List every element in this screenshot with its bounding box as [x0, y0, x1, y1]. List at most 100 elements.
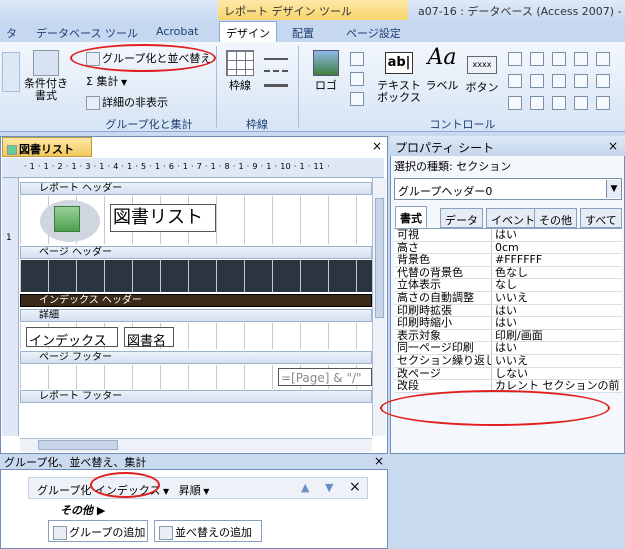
image-icon[interactable]: [574, 52, 588, 66]
property-row[interactable]: 印刷時拡張 はい: [394, 304, 622, 318]
listbox-icon[interactable]: [508, 96, 522, 110]
logo-image[interactable]: [40, 200, 100, 242]
tab-design[interactable]: デザイン: [219, 21, 277, 43]
horizontal-scrollbar[interactable]: [20, 438, 372, 452]
tab-control-icon[interactable]: [508, 52, 522, 66]
bound-object-icon[interactable]: [596, 74, 610, 88]
label-button[interactable]: Aa ラベル: [424, 47, 460, 92]
scroll-thumb[interactable]: [38, 440, 118, 450]
title-field[interactable]: 図書リスト: [110, 204, 216, 232]
ribbon-separator: [298, 46, 299, 128]
property-value[interactable]: いいえ: [492, 291, 622, 304]
property-row[interactable]: 同一ページ印刷 はい: [394, 342, 622, 355]
tab-acrobat[interactable]: Acrobat: [150, 22, 204, 42]
toggle-icon[interactable]: [552, 52, 566, 66]
report-footer-area[interactable]: [20, 404, 372, 436]
document-tab[interactable]: 図書リスト: [2, 137, 92, 157]
property-row[interactable]: 印刷時縮小 はい: [394, 317, 622, 330]
section-index-header[interactable]: インデックス ヘッダー: [20, 294, 372, 307]
logo-icon: [54, 206, 80, 232]
attachment-icon[interactable]: [574, 96, 588, 110]
property-row[interactable]: 表示対象 印刷/画面: [394, 329, 622, 343]
vruler-mark: 1: [6, 233, 12, 243]
delete-icon[interactable]: ×: [349, 479, 361, 495]
conditional-format-button[interactable]: 条件付き 書式: [22, 50, 70, 102]
frame-icon[interactable]: [530, 74, 544, 88]
group-level-row[interactable]: グループ化 インデックス ▼ 昇順 ▼ ▲ ▼ ×: [28, 477, 368, 499]
close-icon[interactable]: ×: [608, 139, 618, 153]
tab-left-cut[interactable]: タ: [0, 22, 23, 42]
subreport-icon[interactable]: [574, 74, 588, 88]
chevron-down-icon[interactable]: ▼: [606, 180, 621, 198]
move-up-icon[interactable]: ▲: [301, 481, 309, 494]
tab-arrange[interactable]: 配置: [286, 22, 320, 42]
property-value[interactable]: はい: [492, 304, 622, 317]
tab-event[interactable]: イベント: [486, 208, 540, 228]
chevron-down-icon[interactable]: ▼: [161, 487, 169, 496]
tab-all[interactable]: すべて: [580, 208, 622, 228]
sort-order-dropdown[interactable]: 昇順: [179, 484, 201, 497]
section-report-footer[interactable]: レポート フッター: [20, 390, 372, 403]
page-header-area[interactable]: [20, 260, 372, 292]
more-options-link[interactable]: その他 ▶: [60, 502, 105, 518]
textbox-button[interactable]: ab| テキスト ボックス: [376, 52, 422, 104]
close-icon[interactable]: ×: [374, 454, 384, 468]
selection-dropdown[interactable]: グループヘッダー0: [394, 178, 622, 200]
chevron-down-icon[interactable]: ▼: [201, 487, 209, 496]
option-button-icon[interactable]: [552, 96, 566, 110]
property-row[interactable]: 代替の背景色 色なし: [394, 266, 622, 280]
property-row[interactable]: 高さの自動調整 いいえ: [394, 291, 622, 305]
tab-database-tools[interactable]: データベース ツール: [30, 22, 144, 42]
scroll-thumb[interactable]: [375, 198, 384, 318]
property-value[interactable]: なし: [492, 279, 622, 291]
move-down-icon[interactable]: ▼: [325, 481, 333, 494]
property-value[interactable]: はい: [492, 229, 622, 241]
close-icon[interactable]: ×: [372, 139, 382, 153]
tab-data[interactable]: データ: [440, 208, 483, 228]
property-row[interactable]: 立体表示 なし: [394, 279, 622, 292]
unbound-object-icon[interactable]: [596, 96, 610, 110]
chart-icon[interactable]: [596, 52, 610, 66]
button-button[interactable]: xxxx ボタン: [464, 52, 500, 94]
property-row[interactable]: 高さ 0cm: [394, 241, 622, 255]
property-value[interactable]: 色なし: [492, 266, 622, 279]
logo-button[interactable]: ロゴ: [306, 50, 346, 92]
property-name: 高さ: [394, 241, 492, 254]
property-row[interactable]: 背景色 #FFFFFF: [394, 254, 622, 267]
small-insert-buttons[interactable]: [350, 52, 366, 112]
section-label: 詳細: [39, 310, 59, 321]
add-sort-button[interactable]: 並べ替えの追加: [154, 520, 262, 542]
section-report-header[interactable]: レポート ヘッダー: [20, 182, 372, 195]
property-value[interactable]: はい: [492, 317, 622, 329]
vertical-scrollbar[interactable]: [372, 178, 386, 436]
section-label: レポート ヘッダー: [39, 183, 123, 194]
hide-details-button[interactable]: 詳細の非表示: [86, 94, 168, 110]
tab-format[interactable]: 書式: [395, 206, 427, 228]
property-row[interactable]: 改ページ しない: [394, 367, 622, 381]
property-value[interactable]: #FFFFFF: [492, 254, 622, 266]
combobox-icon[interactable]: [530, 96, 544, 110]
section-detail[interactable]: 詳細: [20, 309, 372, 322]
ribbon-left-cut[interactable]: [2, 52, 20, 92]
section-page-header[interactable]: ページ ヘッダー: [20, 246, 372, 259]
property-row[interactable]: セクション繰り返し いいえ: [394, 354, 622, 368]
gridlines-button[interactable]: 枠線: [222, 50, 258, 92]
property-value[interactable]: しない: [492, 367, 622, 380]
page-number-field[interactable]: =[Page] & "/": [278, 368, 372, 386]
tab-page-setup[interactable]: ページ設定: [340, 22, 407, 42]
checkbox-icon[interactable]: [552, 74, 566, 88]
index-field[interactable]: インデックス: [26, 327, 118, 349]
add-group-button[interactable]: グループの追加: [48, 520, 148, 542]
rectangle-icon[interactable]: [508, 74, 522, 88]
totals-button[interactable]: Σ 集計 ▼: [86, 73, 127, 89]
bookname-field[interactable]: 図書名: [124, 327, 174, 349]
property-row[interactable]: 可視 はい: [394, 229, 622, 242]
tab-other[interactable]: その他: [534, 208, 577, 228]
line-icon[interactable]: [530, 52, 544, 66]
property-value[interactable]: はい: [492, 342, 622, 354]
property-value[interactable]: 印刷/画面: [492, 329, 622, 342]
line-style-buttons[interactable]: [264, 52, 288, 112]
section-page-footer[interactable]: ページ フッター: [20, 351, 372, 364]
property-value[interactable]: いいえ: [492, 354, 622, 367]
property-value[interactable]: 0cm: [492, 241, 622, 254]
